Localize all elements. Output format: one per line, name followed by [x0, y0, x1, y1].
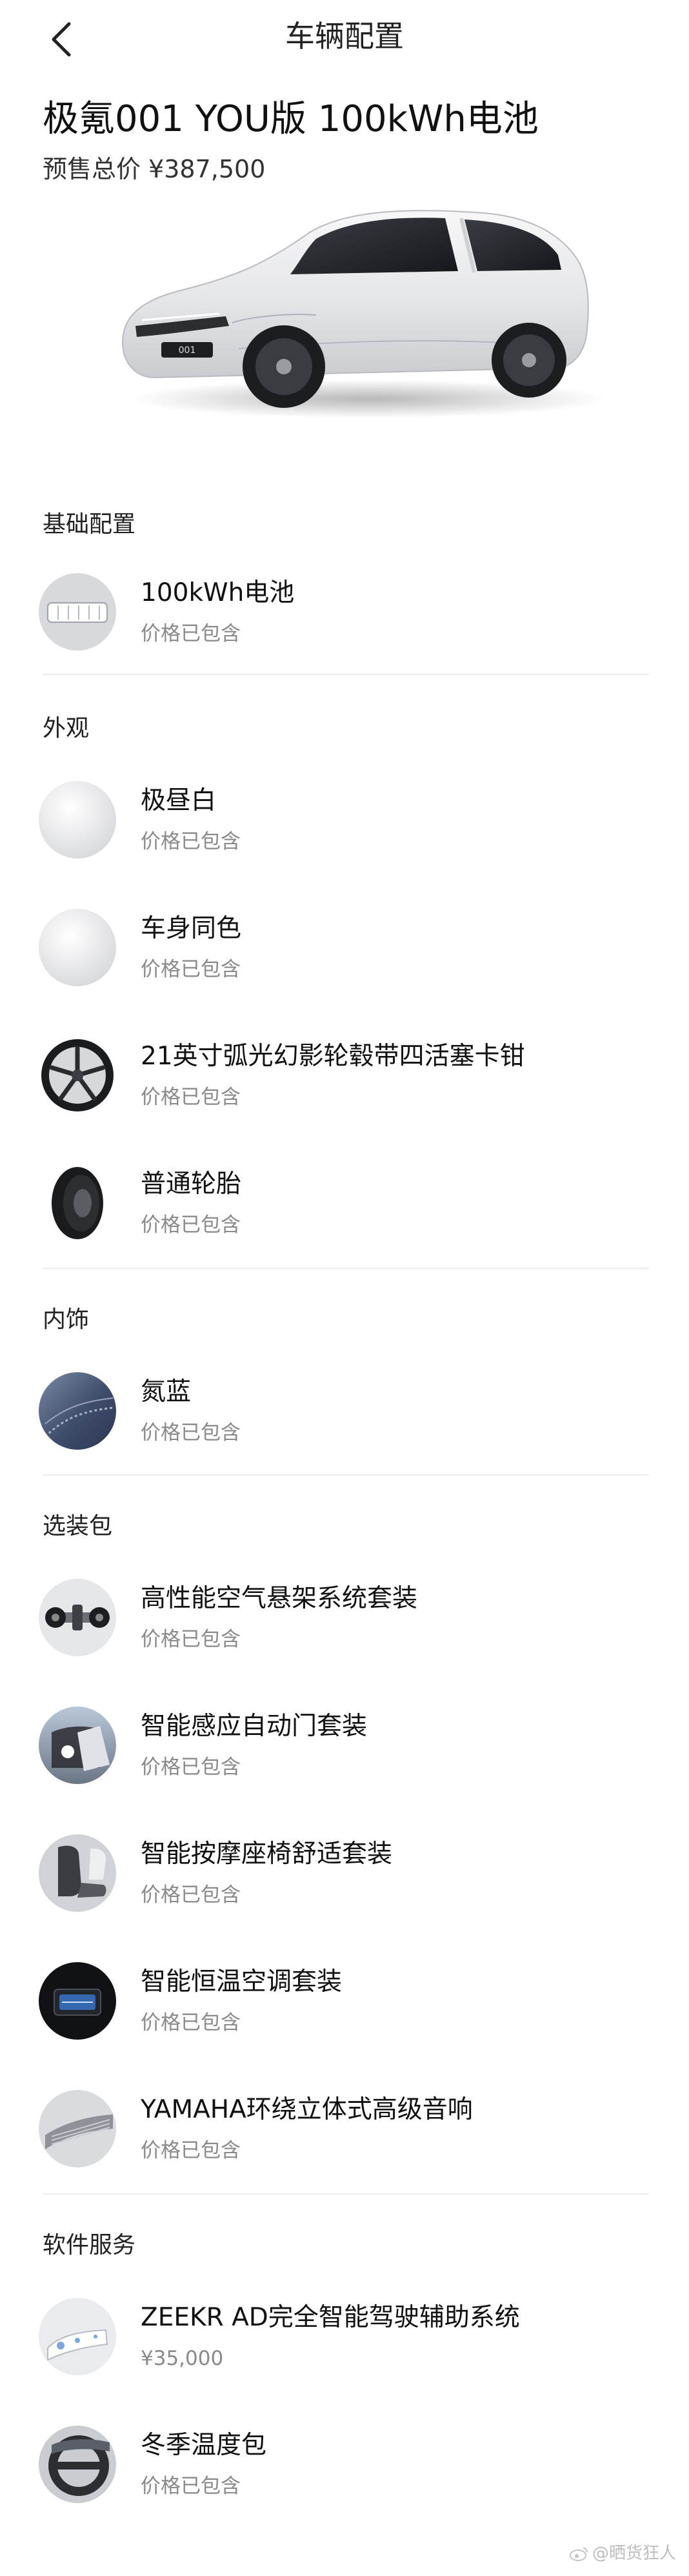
- massage-seat-icon: [39, 1834, 116, 1912]
- item-name: 冬季温度包: [141, 2431, 267, 2460]
- section-divider: [43, 674, 649, 675]
- item-name: 普通轮胎: [141, 1170, 242, 1199]
- item-price: 价格已包含: [141, 1628, 241, 1651]
- item-price: 价格已包含: [141, 2011, 241, 2034]
- climate-control-icon: [39, 1962, 116, 2040]
- item-name: 21英寸弧光幻影轮毂带四活塞卡钳: [141, 1042, 525, 1071]
- watermark-text: @晒货狂人: [592, 2544, 676, 2563]
- weibo-logo-icon: [569, 2547, 588, 2561]
- winter-package-icon: [39, 2426, 116, 2503]
- config-item-paint[interactable]: 极昼白 价格已包含: [39, 772, 658, 869]
- config-item-wheels[interactable]: 21英寸弧光幻影轮毂带四活塞卡钳 价格已包含: [39, 1028, 658, 1124]
- paint-white-swatch-icon: [39, 781, 116, 858]
- section-title-packages: 选装包: [43, 1513, 113, 1539]
- wheel-rim-icon: [39, 1037, 116, 1114]
- config-item-interior[interactable]: 氮蓝 价格已包含: [39, 1363, 658, 1460]
- air-suspension-icon: [39, 1579, 116, 1656]
- interior-blue-swatch-icon: [39, 1372, 116, 1450]
- watermark: @晒货狂人: [569, 2542, 676, 2565]
- item-price: 价格已包含: [141, 1421, 241, 1445]
- config-item-air-suspension[interactable]: 高性能空气悬架系统套装 价格已包含: [39, 1570, 658, 1667]
- config-item-winter-package[interactable]: 冬季温度包 价格已包含: [39, 2417, 658, 2513]
- item-name: 极昼白: [141, 786, 217, 815]
- section-title-exterior: 外观: [43, 715, 90, 742]
- item-price: 价格已包含: [141, 622, 241, 645]
- item-price: 价格已包含: [141, 2139, 241, 2162]
- section-divider: [43, 1474, 649, 1476]
- config-item-tires[interactable]: 普通轮胎 价格已包含: [39, 1155, 658, 1252]
- item-price: 价格已包含: [141, 1756, 241, 1779]
- tire-icon: [39, 1164, 116, 1242]
- top-nav-bar: 车辆配置: [0, 0, 689, 77]
- item-name: ZEEKR AD完全智能驾驶辅助系统: [141, 2303, 520, 2332]
- item-price: 价格已包含: [141, 1086, 241, 1109]
- svg-text:001: 001: [179, 345, 196, 356]
- config-item-battery[interactable]: 100kWh电池 价格已包含: [39, 564, 658, 661]
- battery-pack-icon: [39, 573, 116, 651]
- config-item-auto-door[interactable]: 智能感应自动门套装 价格已包含: [39, 1698, 658, 1794]
- section-title-software: 软件服务: [43, 2232, 136, 2258]
- section-divider: [43, 1268, 649, 1269]
- driving-assist-icon: [39, 2298, 116, 2375]
- item-name: 车身同色: [141, 914, 242, 943]
- speaker-icon: [39, 2090, 116, 2167]
- item-price: 价格已包含: [141, 1883, 241, 1907]
- section-title-interior: 内饰: [43, 1306, 90, 1333]
- config-item-driving-assist[interactable]: ZEEKR AD完全智能驾驶辅助系统 ¥35,000: [39, 2289, 658, 2386]
- body-color-swatch-icon: [39, 909, 116, 986]
- item-name: 智能感应自动门套装: [141, 1712, 368, 1741]
- item-name: 100kWh电池: [141, 578, 295, 607]
- item-name: 智能恒温空调套装: [141, 1967, 343, 1996]
- item-price: 价格已包含: [141, 2475, 241, 2498]
- config-item-massage-seat[interactable]: 智能按摩座椅舒适套装 价格已包含: [39, 1825, 658, 1922]
- config-item-climate[interactable]: 智能恒温空调套装 价格已包含: [39, 1953, 658, 2050]
- automatic-door-icon: [39, 1707, 116, 1784]
- section-divider: [43, 2193, 649, 2195]
- item-price: 价格已包含: [141, 958, 241, 981]
- item-name: 氮蓝: [141, 1377, 192, 1406]
- item-price: ¥35,000: [141, 2347, 224, 2370]
- section-title-basic: 基础配置: [43, 511, 136, 538]
- item-name: 高性能空气悬架系统套装: [141, 1584, 418, 1613]
- vehicle-total-price: 预售总价 ¥387,500: [43, 155, 266, 183]
- car-image: 001: [97, 194, 606, 426]
- item-name: YAMAHA环绕立体式高级音响: [141, 2095, 473, 2124]
- item-price: 价格已包含: [141, 1213, 241, 1237]
- item-price: 价格已包含: [141, 830, 241, 853]
- config-item-body-color[interactable]: 车身同色 价格已包含: [39, 900, 658, 997]
- page-title: 车辆配置: [285, 19, 404, 54]
- config-item-audio[interactable]: YAMAHA环绕立体式高级音响 价格已包含: [39, 2081, 658, 2178]
- vehicle-title: 极氪001 YOU版 100kWh电池: [43, 98, 539, 140]
- item-name: 智能按摩座椅舒适套装: [141, 1840, 393, 1869]
